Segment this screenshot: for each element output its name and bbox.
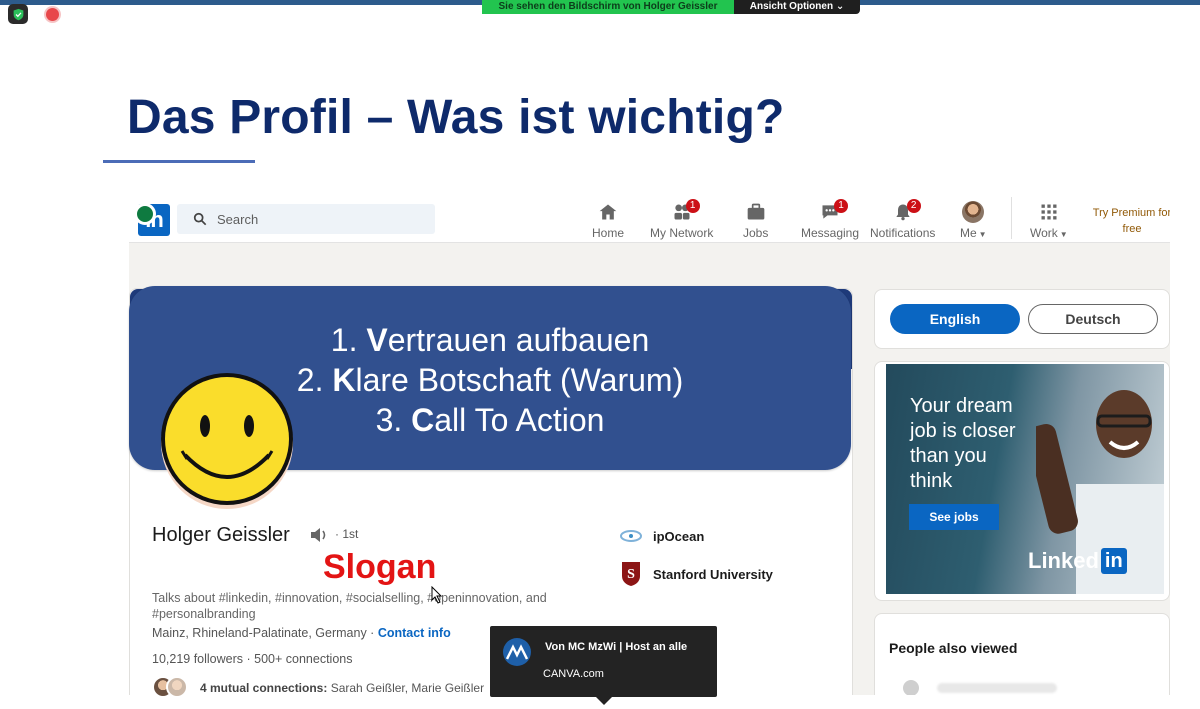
jobs-ad-banner[interactable]: Your dream job is closer than you think … (886, 364, 1164, 594)
host-sender: Von MC MzWi | Host an alle (545, 641, 688, 653)
briefcase-icon (747, 203, 765, 220)
nav-me-label: Me (960, 226, 977, 240)
ad-line: think (910, 470, 953, 492)
blurred-name (937, 683, 1057, 693)
view-options-label: Ansicht Optionen (749, 1, 834, 12)
deutsch-button[interactable]: Deutsch (1028, 304, 1158, 334)
goal-initial: K (332, 362, 356, 398)
linkedin-ad-logo: Linked in (1028, 548, 1127, 574)
nav-notifications-label: Notifications (870, 226, 936, 240)
avatar-icon (962, 201, 985, 223)
host-message-popup[interactable]: Von MC MzWi | Host an alle CANVA.com (490, 626, 717, 705)
goal-text: ertrauen aufbauen (387, 322, 650, 358)
ad-headline: Your dream job is closer than you think (910, 394, 1016, 494)
nav-home-label: Home (592, 226, 625, 240)
list-item[interactable] (903, 680, 1057, 695)
goal-initial: C (411, 402, 435, 438)
screen-share-banner: Sie sehen den Bildschirm von Holger Geis… (482, 0, 734, 14)
smiley-face-icon (161, 373, 293, 509)
ad-logo-in: in (1100, 548, 1127, 574)
try-premium-link[interactable]: Try Premium for free (1087, 205, 1170, 237)
view-options-button[interactable]: Ansicht Optionen ⌄ (734, 0, 860, 14)
caret-down-icon: ▼ (1059, 230, 1068, 239)
ad-line: job is closer (910, 420, 1016, 442)
nav-notifications[interactable]: 2 Notifications (870, 199, 936, 240)
goal-item: 1. Vertrauen aufbauen (129, 320, 851, 360)
see-jobs-button[interactable]: See jobs (909, 504, 999, 530)
goal-text: all To Action (434, 402, 605, 438)
ad-line: Your dream (910, 395, 1013, 417)
goal-number: 2. (296, 362, 333, 398)
recording-icon[interactable] (42, 4, 62, 24)
search-input[interactable]: Search (177, 204, 435, 234)
nav-my-network[interactable]: 1 My Network (650, 199, 714, 240)
goal-initial: V (366, 322, 388, 358)
people-also-viewed-card: People also viewed (874, 613, 1170, 695)
online-status-dot (134, 203, 156, 225)
zoom-status-icons (8, 4, 62, 24)
chevron-down-icon: ⌄ (835, 1, 845, 12)
ad-line: than you (910, 445, 987, 467)
nav-home[interactable]: Home (592, 201, 624, 240)
caret-down-icon: ▼ (978, 230, 987, 239)
title-underline (103, 160, 255, 163)
avatar (903, 680, 919, 695)
nav-jobs-label: Jobs (743, 226, 769, 240)
nav-messaging-label: Messaging (801, 226, 860, 240)
host-logo-icon (503, 638, 531, 666)
english-button[interactable]: English (890, 304, 1020, 334)
messaging-badge: 1 (834, 199, 849, 213)
slide-title: Das Profil – Was ist wichtig? (127, 91, 785, 144)
nav-work[interactable]: Work ▼ (1030, 201, 1068, 240)
language-card: English Deutsch (874, 289, 1170, 349)
search-icon (193, 212, 207, 226)
nav-messaging[interactable]: 1 Messaging (801, 199, 860, 240)
nav-me[interactable]: Me ▼ (960, 201, 987, 240)
ad-logo-text: Linked (1028, 548, 1099, 573)
nav-my-network-label: My Network (650, 226, 714, 240)
security-shield-icon[interactable] (8, 4, 28, 24)
host-message: CANVA.com (543, 668, 604, 680)
goal-number: 3. (375, 402, 412, 438)
home-icon (599, 204, 617, 220)
network-badge: 1 (685, 199, 700, 213)
notifications-badge: 2 (906, 199, 921, 213)
linkedin-navbar: in Search Home 1 My Network Jobs 1 Messa… (129, 193, 1170, 243)
goal-text: lare Botschaft (Warum) (355, 362, 684, 398)
nav-work-label: Work (1030, 226, 1058, 240)
nav-jobs[interactable]: Jobs (743, 201, 768, 240)
mouse-cursor-icon (431, 586, 443, 604)
ad-card: Your dream job is closer than you think … (874, 361, 1170, 601)
grid-icon (1041, 204, 1057, 220)
people-also-viewed-title: People also viewed (889, 640, 1018, 656)
goal-number: 1. (330, 322, 367, 358)
slogan-label: Slogan (323, 548, 437, 586)
search-placeholder: Search (217, 211, 259, 227)
nav-divider (1011, 197, 1012, 239)
